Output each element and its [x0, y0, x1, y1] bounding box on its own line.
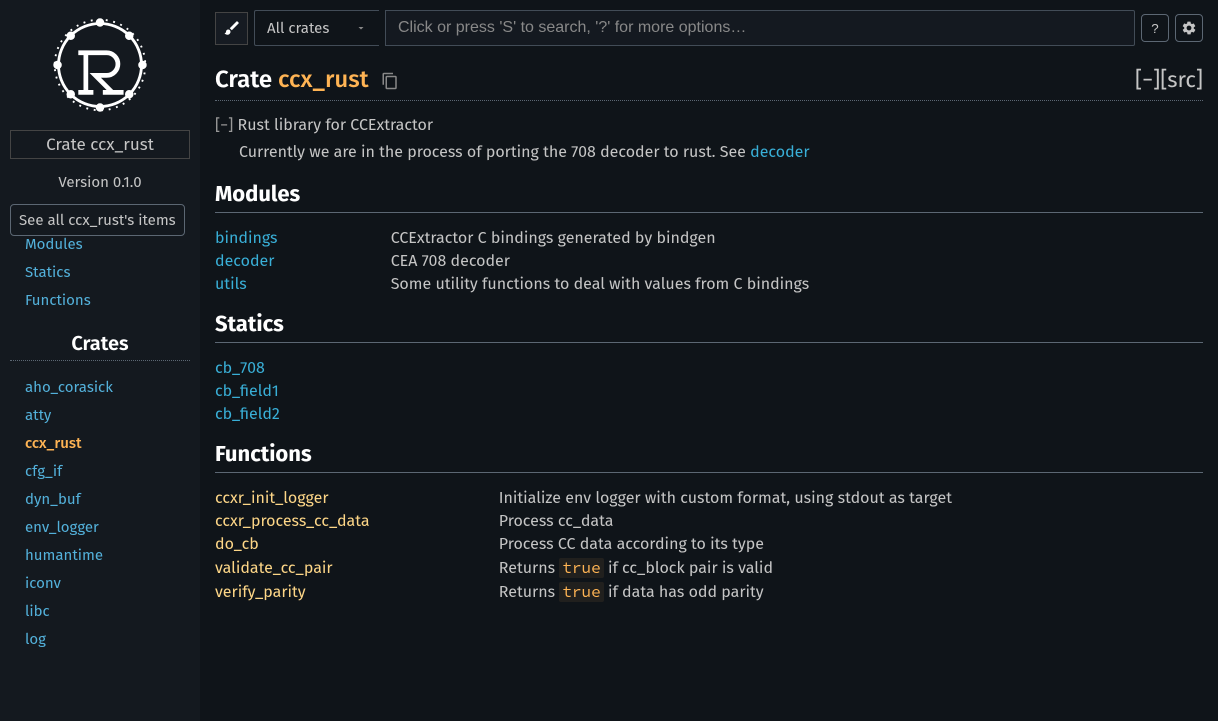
module-link-bindings[interactable]: bindings	[215, 229, 278, 248]
static-link-cb_708[interactable]: cb_708	[215, 357, 1203, 380]
function-desc: Process cc_data	[499, 510, 1203, 533]
function-link-do_cb[interactable]: do_cb	[215, 535, 259, 554]
theme-picker-button[interactable]	[215, 12, 248, 45]
crate-link-aho_corasick[interactable]: aho_corasick	[10, 373, 190, 401]
clipboard-icon	[381, 72, 399, 90]
src-link[interactable]: [src]	[1160, 66, 1203, 93]
module-link-utils[interactable]: utils	[215, 275, 247, 294]
crate-location: Crate ccx_rust	[10, 130, 190, 159]
crate-link-humantime[interactable]: humantime	[10, 541, 190, 569]
function-row: do_cb Process CC data according to its ty…	[215, 533, 1203, 556]
page-heading: Crate ccx_rust [−][src]	[215, 66, 1203, 101]
crate-link-atty[interactable]: atty	[10, 401, 190, 429]
decoder-link[interactable]: decoder	[750, 143, 809, 162]
module-desc: Some utility functions to deal with valu…	[391, 273, 1203, 296]
function-row: ccxr_init_logger Initialize env logger wi…	[215, 487, 1203, 510]
brush-icon	[223, 19, 241, 37]
function-desc: Process CC data according to its type	[499, 533, 1203, 556]
module-desc: CEA 708 decoder	[391, 250, 1203, 273]
main-content: All crates ? Crate ccx_rust [−][src] [−]…	[200, 0, 1218, 721]
function-desc: Initialize env logger with custom format…	[499, 487, 1203, 510]
static-link-cb_field1[interactable]: cb_field1	[215, 380, 1203, 403]
modules-table: bindings CCExtractor C bindings generated…	[215, 227, 1203, 296]
crate-link-libc[interactable]: libc	[10, 597, 190, 625]
sidebar-block-links: ModulesStaticsFunctions	[10, 230, 190, 314]
search-input[interactable]	[385, 10, 1135, 46]
module-row: bindings CCExtractor C bindings generated…	[215, 227, 1203, 250]
function-link-verify_parity[interactable]: verify_parity	[215, 583, 306, 602]
crate-link-ccx_rust[interactable]: ccx_rust	[10, 429, 190, 457]
module-desc: CCExtractor C bindings generated by bind…	[391, 227, 1203, 250]
sidebar-block-functions[interactable]: Functions	[10, 286, 190, 314]
function-desc: Returns true if cc_block pair is valid	[499, 556, 1203, 580]
modules-header: Modules	[215, 180, 1203, 213]
function-link-ccxr_process_cc_data[interactable]: ccxr_process_cc_data	[215, 512, 370, 531]
function-row: validate_cc_pair Returns true if cc_block…	[215, 556, 1203, 580]
sidebar-block-statics[interactable]: Statics	[10, 258, 190, 286]
statics-list: cb_708cb_field1cb_field2	[215, 357, 1203, 426]
functions-header: Functions	[215, 440, 1203, 473]
settings-button[interactable]	[1175, 14, 1203, 42]
topbar: All crates ?	[215, 10, 1203, 46]
functions-table: ccxr_init_logger Initialize env logger wi…	[215, 487, 1203, 604]
copy-path-button[interactable]	[381, 72, 399, 90]
heading-kind: Crate	[215, 66, 278, 94]
doc-paragraph: Currently we are in the process of porti…	[239, 143, 1203, 162]
statics-header: Statics	[215, 310, 1203, 343]
crate-select-dropdown[interactable]: All crates	[254, 10, 379, 46]
doc-summary: [−] Rust library for CCExtractor	[215, 116, 1203, 135]
doc-summary-text: Rust library for CCExtractor	[238, 116, 433, 135]
function-link-validate_cc_pair[interactable]: validate_cc_pair	[215, 559, 333, 578]
module-row: utils Some utility functions to deal with…	[215, 273, 1203, 296]
collapse-toggle[interactable]: [−]	[1135, 66, 1160, 93]
see-all-items-button[interactable]: See all ccx_rust's items	[10, 204, 185, 236]
chevron-down-icon	[355, 22, 367, 34]
heading-crate-name[interactable]: ccx_rust	[278, 66, 369, 94]
function-desc: Returns true if data has odd parity	[499, 580, 1203, 604]
crate-link-iconv[interactable]: iconv	[10, 569, 190, 597]
crate-link-cfg_if[interactable]: cfg_if	[10, 457, 190, 485]
doc-toggle[interactable]: [−]	[215, 116, 238, 135]
function-row: verify_parity Returns true if data has od…	[215, 580, 1203, 604]
function-row: ccxr_process_cc_data Process cc_data	[215, 510, 1203, 533]
crate-list: aho_corasickattyccx_rustcfg_ifdyn_bufenv…	[10, 373, 190, 653]
crate-select-label: All crates	[267, 19, 329, 37]
crates-heading: Crates	[10, 332, 190, 361]
help-button[interactable]: ?	[1141, 14, 1169, 42]
static-link-cb_field2[interactable]: cb_field2	[215, 403, 1203, 426]
module-link-decoder[interactable]: decoder	[215, 252, 274, 271]
sidebar: Crate ccx_rust Version 0.1.0 See all ccx…	[0, 0, 200, 721]
version-label: Version 0.1.0	[10, 173, 190, 191]
function-link-ccxr_init_logger[interactable]: ccxr_init_logger	[215, 489, 329, 508]
module-row: decoder CEA 708 decoder	[215, 250, 1203, 273]
rust-logo[interactable]	[10, 10, 190, 130]
crate-link-log[interactable]: log	[10, 625, 190, 653]
gear-icon	[1181, 20, 1197, 36]
crate-link-env_logger[interactable]: env_logger	[10, 513, 190, 541]
crate-link-dyn_buf[interactable]: dyn_buf	[10, 485, 190, 513]
rust-logo-icon	[50, 15, 150, 115]
